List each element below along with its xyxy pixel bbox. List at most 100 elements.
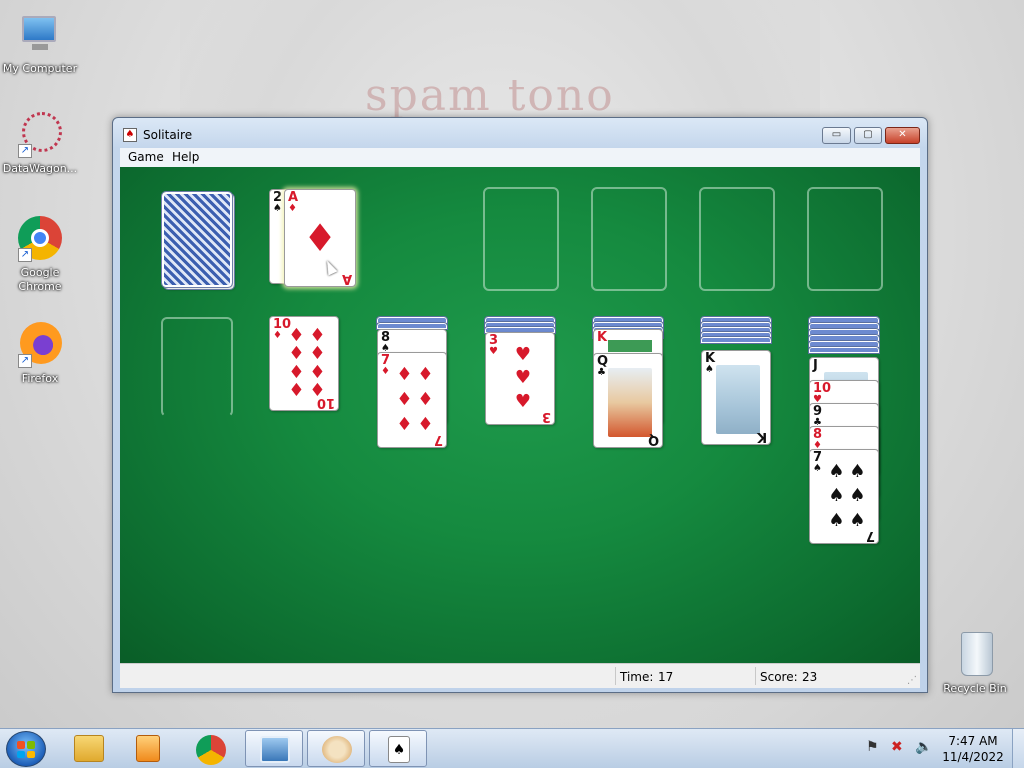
taskbar-solitaire[interactable]: ♠ (369, 730, 427, 767)
card-rank: J (813, 358, 818, 373)
solitaire-window: ♠ Solitaire ▭ ▢ ✕ Game Help 2 ♠ A ♦ ♦ A (112, 117, 928, 693)
photo-viewer-icon (260, 736, 290, 763)
clock-date: 11/4/2022 (942, 750, 1004, 764)
desktop-icon-label: My Computer (2, 62, 78, 75)
firefox-icon: ↗ (16, 320, 64, 368)
card-suit: ♥ (489, 346, 498, 357)
card-face-art (608, 368, 652, 437)
desktop-icon-firefox[interactable]: ↗ Firefox (0, 320, 80, 386)
tableau-card-7-diamonds[interactable]: 7 ♦ ♦ ♦ ♦ ♦ ♦ ♦ 7 (377, 352, 447, 448)
window-title: Solitaire (143, 128, 193, 142)
card-rank-bottom: 3 (541, 409, 551, 424)
desktop-icon-label: Google Chrome (18, 266, 62, 293)
foundation-slot-4[interactable] (807, 187, 883, 291)
minimize-button[interactable]: ▭ (822, 127, 851, 144)
time-label: Time: (620, 670, 654, 684)
shortcut-arrow-icon: ↗ (18, 248, 32, 262)
card-face-art (716, 365, 760, 434)
menu-help[interactable]: Help (172, 150, 199, 164)
taskbar-media-player[interactable] (120, 730, 178, 767)
waste-top-card-ace-diamonds[interactable]: A ♦ ♦ A (284, 189, 356, 287)
clock-time: 7:47 AM (948, 734, 998, 748)
foundation-slot-2[interactable] (591, 187, 667, 291)
solitaire-card-icon: ♠ (388, 736, 410, 763)
card-pips: ♠ ♠ ♠ ♠ ♠ ♠ (828, 461, 866, 531)
card-rank-bottom: Q (647, 432, 659, 447)
card-rank: K (597, 330, 608, 345)
solitaire-app-icon: ♠ (123, 128, 137, 142)
taskbar: ♠ ⚑ ✖ 🔈 7:47 AM 11/4/2022 (0, 728, 1024, 768)
network-icon[interactable]: ✖ (891, 739, 903, 755)
card-rank-bottom: 7 (433, 432, 443, 447)
shortcut-arrow-icon: ↗ (18, 354, 32, 368)
title-bar[interactable]: ♠ Solitaire ▭ ▢ ✕ (113, 118, 927, 150)
card-rank-bottom: K (756, 429, 767, 444)
desktop-icon-label: Recycle Bin (943, 682, 1007, 695)
card-suit: ♠ (705, 364, 714, 375)
system-clock[interactable]: 7:47 AM 11/4/2022 (940, 733, 1006, 765)
windows-logo-icon (17, 741, 35, 758)
menu-game[interactable]: Game (128, 150, 164, 164)
foundation-slot-1[interactable] (483, 187, 559, 291)
status-divider (755, 667, 756, 685)
close-button[interactable]: ✕ (885, 127, 920, 144)
recycle-bin-icon (951, 630, 999, 678)
start-button[interactable] (6, 731, 46, 767)
score-label: Score: (760, 670, 798, 684)
desktop-icon-recycle-bin[interactable]: Recycle Bin (935, 630, 1015, 696)
card-rank-bottom: A (341, 271, 352, 286)
tableau-facedown-card (808, 346, 880, 354)
card-suit: ♣ (597, 367, 606, 378)
card-suit: ♦ (288, 203, 297, 214)
taskbar-photo-viewer[interactable] (245, 730, 303, 767)
taskbar-file-explorer[interactable] (60, 730, 118, 767)
card-pips: ♦ ♦ ♦ ♦ ♦ ♦ (396, 364, 434, 435)
card-pips: ♥ ♥ ♥ (514, 343, 532, 413)
tableau-card-3-hearts[interactable]: 3 ♥ ♥ ♥ ♥ 3 (485, 332, 555, 425)
media-player-icon (136, 735, 160, 762)
desktop-icon-label: Firefox (21, 372, 59, 385)
tableau-card-7-spades[interactable]: 7 ♠ ♠ ♠ ♠ ♠ ♠ ♠ 7 (809, 449, 879, 544)
game-board[interactable]: 2 ♠ A ♦ ♦ A 10 ♦ ♦♦♦♦♦♦♦♦ 10 8 ♠ (120, 167, 920, 663)
desktop-icon-my-computer[interactable]: My Computer (0, 10, 80, 76)
taskbar-google-chrome[interactable] (182, 730, 240, 767)
tableau-facedown-card (700, 336, 772, 344)
card-face-art (608, 340, 652, 352)
status-divider (615, 667, 616, 685)
card-rank-bottom: 7 (865, 528, 875, 543)
volume-icon[interactable]: 🔈 (915, 739, 932, 755)
status-bar: Time: 17 Score: 23 ⋰ (120, 663, 920, 688)
card-rank-bottom: 10 (316, 395, 335, 410)
desktop-icon-label: DataWagon... (2, 162, 78, 175)
datawagon-icon: ↗ (16, 110, 64, 158)
desktop-icon-datawagon[interactable]: ↗ DataWagon... (0, 110, 80, 176)
card-suit: ♠ (813, 463, 822, 474)
tableau-column-1-empty[interactable] (161, 317, 233, 417)
chrome-icon: ↗ (16, 214, 64, 262)
foundation-slot-3[interactable] (699, 187, 775, 291)
card-suit: ♦ (381, 366, 390, 377)
taskbar-paint[interactable] (307, 730, 365, 767)
card-suit: ♦ (273, 330, 282, 341)
stock-top-card[interactable] (161, 191, 233, 288)
tableau-card-king-spades[interactable]: K ♠ K (701, 350, 771, 445)
resize-grip-icon[interactable]: ⋰ (907, 675, 917, 686)
desktop-icon-google-chrome[interactable]: ↗ Google Chrome (0, 214, 80, 294)
maximize-button[interactable]: ▢ (854, 127, 882, 144)
action-center-icon[interactable]: ⚑ (866, 739, 879, 755)
wallpaper-text: spam tono (365, 70, 615, 121)
menu-bar: Game Help (120, 148, 920, 167)
computer-icon (16, 10, 64, 58)
time-value: 17 (658, 670, 674, 684)
card-center-pip: ♦ (302, 216, 338, 260)
score-value: 23 (802, 670, 818, 684)
tableau-card-queen-clubs[interactable]: Q ♣ Q (593, 353, 663, 448)
show-desktop-button[interactable] (1012, 729, 1024, 768)
shortcut-arrow-icon: ↗ (18, 144, 32, 158)
card-pips: ♦ ♦ ♦ ♦ ♦ ♦ ♦ ♦ (288, 325, 326, 401)
tableau-card-10-diamonds[interactable]: 10 ♦ ♦ ♦ ♦ ♦ ♦ ♦ ♦ ♦ 10 (269, 316, 339, 411)
folder-icon (74, 735, 104, 762)
card-suit: ♠ (273, 203, 282, 214)
chrome-icon (196, 735, 226, 765)
paint-palette-icon (322, 736, 352, 763)
